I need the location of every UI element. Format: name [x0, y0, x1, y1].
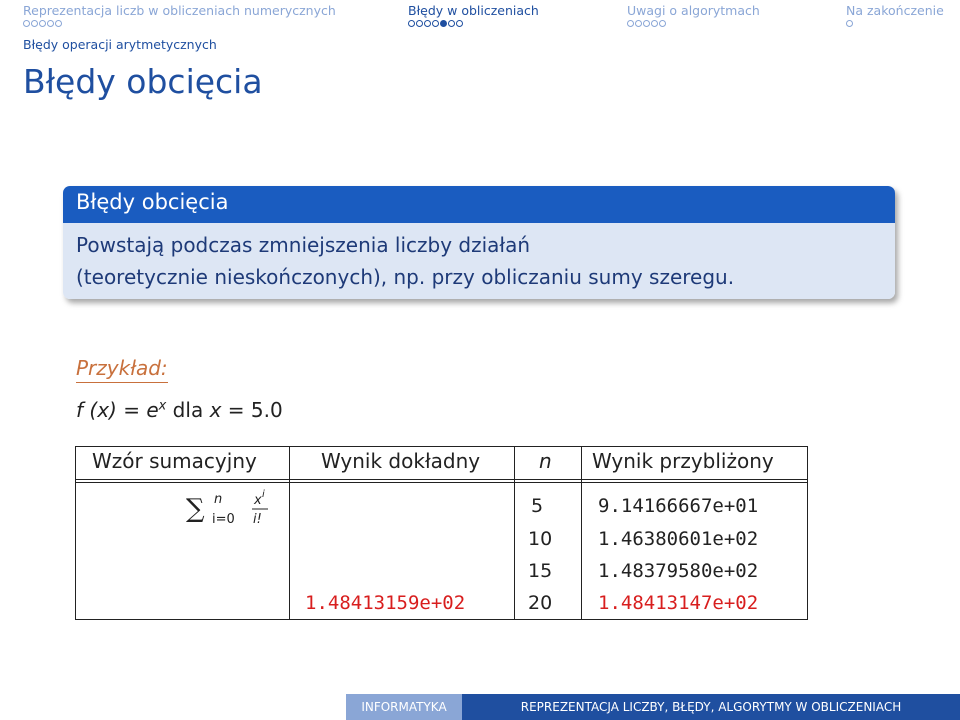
nav-dot-current[interactable]: [440, 20, 447, 27]
sigma-symbol: ∑: [186, 494, 205, 524]
nav-dot[interactable]: [39, 20, 46, 27]
example-title: Przykład:: [76, 356, 168, 383]
nav-subsection[interactable]: Błędy operacji arytmetycznych: [23, 37, 217, 52]
nav-section-3-dots: [627, 20, 666, 30]
nav-dot[interactable]: [448, 20, 455, 27]
table-cell-n: 20: [528, 592, 553, 614]
nav-dot[interactable]: [416, 20, 423, 27]
nav-section-1[interactable]: Reprezentacja liczb w obliczeniach numer…: [23, 3, 336, 18]
nav-dot[interactable]: [31, 20, 38, 27]
nav-section-2-dots: [408, 20, 463, 30]
table-column-divider: [581, 447, 582, 619]
table-column-divider: [289, 447, 290, 619]
formula-dla: dla: [166, 398, 210, 422]
fraction-denominator: i!: [253, 512, 262, 527]
nav-dot[interactable]: [456, 20, 463, 27]
table-header-n: n: [539, 449, 552, 473]
nav-bar: Reprezentacja liczb w obliczeniach numer…: [0, 0, 960, 60]
nav-section-4[interactable]: Na zakończenie: [846, 3, 944, 18]
block-line-2: (teoretycznie nieskończonych), np. przy …: [76, 265, 735, 289]
table-cell-n: 10: [528, 528, 553, 550]
block-body: Powstają podczas zmniejszenia liczby dzi…: [63, 223, 895, 299]
definition-block: Błędy obcięcia Powstają podczas zmniejsz…: [63, 186, 895, 299]
table-header-approx: Wynik przybliżony: [592, 449, 774, 473]
nav-dot[interactable]: [23, 20, 30, 27]
table-cell-approx: 1.48413147e+02: [598, 592, 759, 614]
formula-fx: f (x) = e: [76, 398, 159, 422]
frame-title: Błędy obcięcia: [23, 62, 263, 101]
nav-dot[interactable]: [424, 20, 431, 27]
formula-x: x: [209, 398, 222, 422]
table-header-rule: [76, 479, 807, 480]
example-formula: f (x) = ex dla x = 5.0: [76, 398, 283, 422]
table-cell-approx: 1.48379580e+02: [598, 560, 759, 582]
sum-lower: i=0: [212, 512, 235, 527]
table-header-formula: Wzór sumacyjny: [92, 449, 257, 473]
nav-dot[interactable]: [55, 20, 62, 27]
nav-dot[interactable]: [627, 20, 634, 27]
nav-dot[interactable]: [408, 20, 415, 27]
table-cell-approx: 1.46380601e+02: [598, 528, 759, 550]
footer: INFORMATYKA REPREZENTACJA LICZBY, BŁĘDY,…: [0, 694, 960, 720]
footer-author: INFORMATYKA: [346, 694, 462, 720]
summation-formula: ∑ n i=0 x i i!: [186, 489, 268, 527]
nav-section-3[interactable]: Uwagi o algorytmach: [627, 3, 760, 18]
formula-value: = 5.0: [221, 398, 283, 422]
block-title: Błędy obcięcia: [63, 186, 895, 223]
footer-title: REPREZENTACJA LICZBY, BŁĘDY, ALGORYTMY W…: [462, 694, 960, 720]
nav-section-2[interactable]: Błędy w obliczeniach: [408, 3, 539, 18]
nav-dot[interactable]: [635, 20, 642, 27]
nav-section-4-dots: [846, 20, 853, 30]
nav-dot[interactable]: [846, 20, 853, 27]
table-cell-n: 15: [528, 560, 553, 582]
nav-dot[interactable]: [659, 20, 666, 27]
nav-dot[interactable]: [643, 20, 650, 27]
fraction-numerator-exponent: i: [262, 489, 265, 500]
nav-section-1-dots: [23, 20, 62, 30]
block-line-1: Powstają podczas zmniejszenia liczby dzi…: [76, 233, 531, 257]
table-header-rule-2: [76, 482, 807, 483]
results-table: Wzór sumacyjny Wynik dokładny n Wynik pr…: [75, 446, 808, 620]
fraction-numerator: x: [253, 493, 262, 508]
table-header-exact: Wynik dokładny: [321, 449, 481, 473]
nav-dot[interactable]: [432, 20, 439, 27]
table-cell-n: 5: [531, 495, 544, 517]
nav-dot[interactable]: [47, 20, 54, 27]
table-cell-exact: 1.48413159e+02: [305, 592, 466, 614]
table-cell-approx: 9.14166667e+01: [598, 495, 759, 517]
table-column-divider: [514, 447, 515, 619]
sum-upper: n: [214, 492, 222, 507]
nav-dot[interactable]: [651, 20, 658, 27]
